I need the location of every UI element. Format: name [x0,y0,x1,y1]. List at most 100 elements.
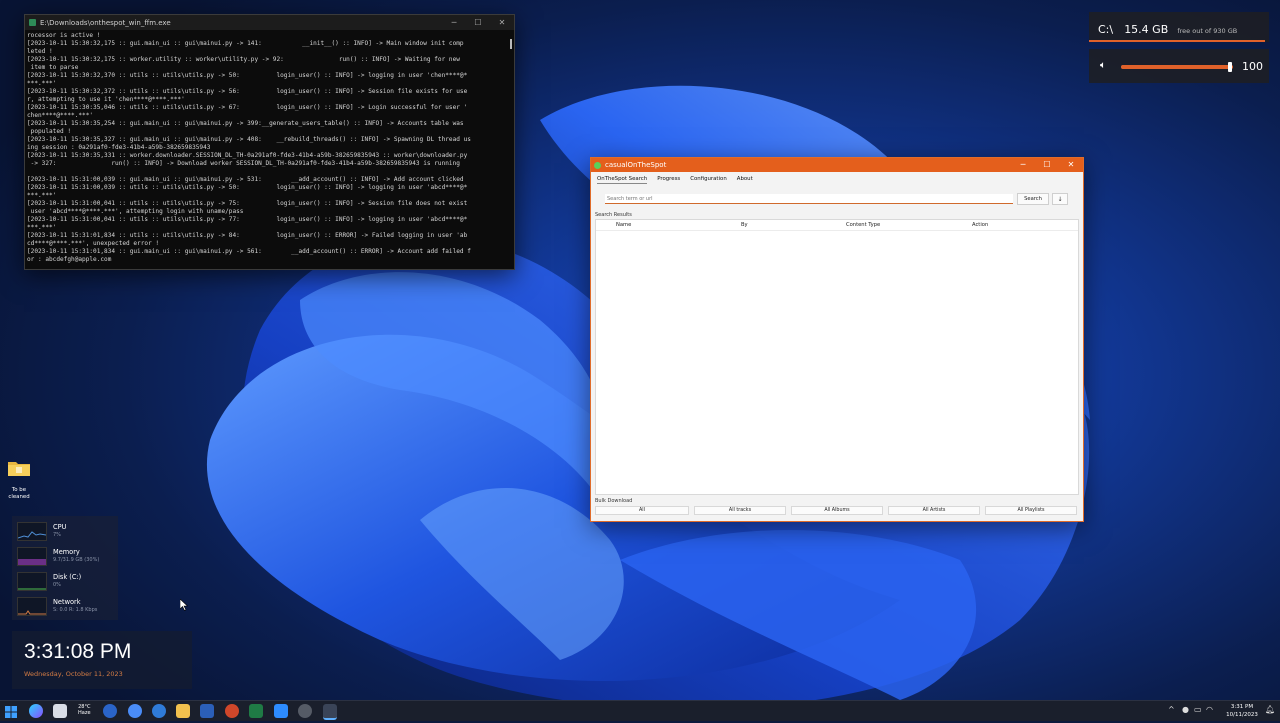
app-titlebar[interactable]: casualOnTheSpot ─ ☐ ✕ [591,158,1083,172]
tab-about[interactable]: About [737,176,753,184]
perf-value: S: 0.0 R: 1.8 Kbps [53,607,98,613]
column-content-type[interactable]: Content Type [846,222,880,228]
start-icon[interactable] [4,704,18,718]
console-line: [2023-10-11 15:30:32,370 :: utils :: uti… [27,72,468,79]
onthespot-window[interactable]: casualOnTheSpot ─ ☐ ✕ OnTheSpot Search P… [590,157,1084,522]
folder-icon [8,462,30,476]
column-action[interactable]: Action [972,222,988,228]
app-tabs: OnTheSpot Search Progress Configuration … [591,172,1083,184]
console-line: item to parse [27,64,79,71]
chrome-icon[interactable] [128,704,142,718]
bulk-download-label: Bulk Download [595,498,633,504]
results-table[interactable]: Name By Content Type Action [595,219,1079,495]
perf-name: Network [53,598,81,606]
desktop-folder-to-be-cleaned[interactable]: To be cleaned [6,459,32,501]
all-tracks-button[interactable]: All tracks [694,506,786,515]
taskbar-date: 10/11/2023 [1226,712,1258,718]
results-header: Name By Content Type Action [596,220,1078,231]
mouse-cursor-icon [180,599,188,611]
console-line: [2023-10-11 15:31:01,834 :: gui.main_ui … [27,248,471,255]
minimize-icon[interactable]: ─ [1011,158,1035,172]
console-line: or : abcdefgh@apple.com [27,256,112,263]
onthespot-icon[interactable] [323,704,337,720]
copilot-icon[interactable] [29,704,43,718]
word-icon[interactable] [200,704,214,718]
powerpoint-icon[interactable] [225,704,239,718]
maximize-icon[interactable]: ☐ [1035,158,1059,172]
minimize-icon[interactable]: ─ [442,15,466,30]
weather-desc: Haze [78,710,91,716]
taskbar-time: 3:31 PM [1230,704,1254,710]
perf-row-network[interactable]: Network S: 0.0 R: 1.8 Kbps [17,594,117,616]
perf-value: 7% [53,532,61,538]
wifi-icon[interactable]: ◠ [1206,705,1213,714]
clock-widget: 3:31:08 PM Wednesday, October 11, 2023 [12,631,192,689]
zoom-icon[interactable] [274,704,288,718]
console-line: rocessor is active ! [27,32,101,39]
console-titlebar[interactable]: E:\Downloads\onthespot_win_ffm.exe ─ ☐ ✕ [25,15,514,30]
console-window[interactable]: E:\Downloads\onthespot_win_ffm.exe ─ ☐ ✕… [24,14,515,270]
console-line: user 'abcd****@****.***', attempting log… [27,208,244,215]
maximize-icon[interactable]: ☐ [466,15,490,30]
close-icon[interactable]: ✕ [490,15,514,30]
perf-row-cpu[interactable]: CPU 7% [17,519,117,541]
console-title: E:\Downloads\onthespot_win_ffm.exe [40,18,171,27]
volume-slider[interactable] [1121,65,1233,69]
all-button[interactable]: All [595,506,689,515]
console-line: [2023-10-11 15:31:00,041 :: utils :: uti… [27,216,468,223]
all-albums-button[interactable]: All Albums [791,506,883,515]
volume-widget: 🔈︎ 100 [1089,49,1269,83]
column-name[interactable]: Name [616,222,631,228]
volume-slider-fill [1121,65,1233,69]
perf-row-memory[interactable]: Memory 9.7/31.9 GB (30%) [17,544,117,566]
search-input[interactable] [605,194,1013,204]
chevron-up-icon[interactable]: ^ [1168,705,1175,714]
perf-value: 0% [53,582,61,588]
search-button[interactable]: Search [1017,193,1049,205]
tab-progress[interactable]: Progress [657,176,680,184]
console-line: [2023-10-11 15:31:00,039 :: gui.main_ui … [27,176,464,183]
search-row: Search ↓ [591,193,1083,210]
console-line: chen****@****.***' [27,112,94,119]
settings-icon[interactable] [298,704,312,718]
tab-configuration[interactable]: Configuration [690,176,727,184]
console-line: populated ! [27,128,72,135]
file-explorer-icon[interactable] [53,704,67,718]
perf-row-disk[interactable]: Disk (C:) 0% [17,569,117,591]
console-line: [2023-10-11 15:30:35,254 :: gui.main_ui … [27,120,464,127]
onthespot-app-icon [594,161,601,169]
all-playlists-button[interactable]: All Playlists [985,506,1077,515]
console-line: [2023-10-11 15:30:35,327 :: gui.main_ui … [27,136,471,143]
notification-bell-icon[interactable]: 🔔︎ [1265,705,1275,714]
battery-icon[interactable]: ▭ [1194,705,1202,714]
excel-icon[interactable] [249,704,263,718]
speaker-icon[interactable]: 🔈︎ [1100,60,1106,71]
console-line: r, attempting to use it 'chen****@****.*… [27,96,185,103]
disk-free-size: 15.4 GB [1124,23,1169,36]
all-artists-button[interactable]: All Artists [888,506,980,515]
console-line: [2023-10-11 15:30:32,175 :: gui.main_ui … [27,40,464,47]
perf-name: Disk (C:) [53,573,82,581]
folder-icon[interactable] [176,704,190,718]
bulk-download-bar: All All tracks All Albums All Artists Al… [595,506,1079,516]
disk-usage-widget: C:\ 15.4 GB free out of 930 GB [1089,12,1269,42]
disk-free-text: free out of 930 GB [1177,27,1238,35]
close-icon[interactable]: ✕ [1059,158,1083,172]
weather-widget[interactable]: 28°C Haze [78,704,91,716]
download-arrow-button[interactable]: ↓ [1052,193,1068,205]
clock-time: 3:31:08 PM [24,640,132,663]
taskbar-clock[interactable]: 3:31 PM 10/11/2023 [1222,703,1262,719]
console-line: [2023-10-11 15:31:01,834 :: utils :: uti… [27,232,468,239]
browser-icon[interactable] [152,704,166,718]
edge-icon[interactable] [103,704,117,718]
volume-value: 100 [1242,60,1263,73]
microphone-icon[interactable]: ● [1182,705,1189,714]
column-by[interactable]: By [741,222,748,228]
performance-widget: CPU 7% Memory 9.7/31.9 GB (30%) Disk (C:… [12,516,118,620]
volume-slider-thumb[interactable] [1228,62,1232,72]
console-line: ***.***' [27,192,57,199]
tab-search[interactable]: OnTheSpot Search [597,176,648,184]
app-title: casualOnTheSpot [605,161,667,169]
console-scrollbar[interactable] [510,39,512,49]
